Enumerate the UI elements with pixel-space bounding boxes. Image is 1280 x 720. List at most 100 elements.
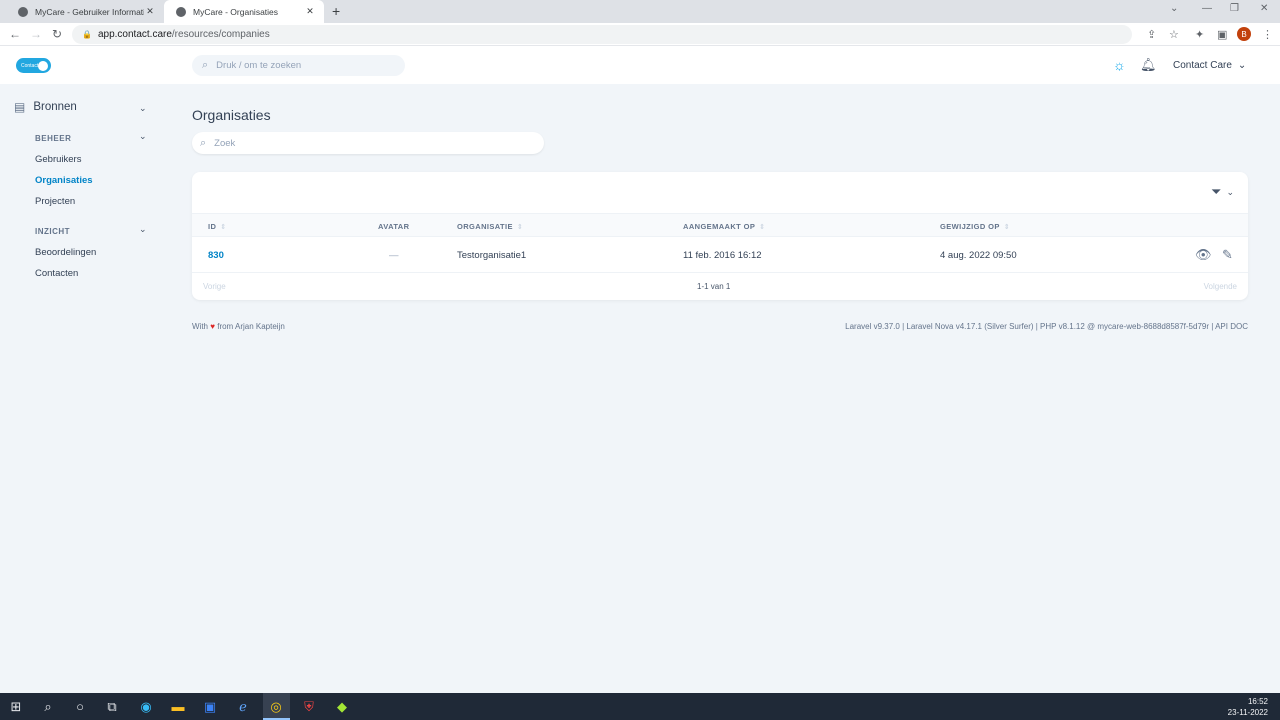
bookmark-star-icon[interactable]: ☆ xyxy=(1169,28,1179,41)
logo-text: Contact xyxy=(21,62,39,69)
cortana-icon[interactable]: ○ xyxy=(70,699,90,714)
close-icon[interactable]: ✕ xyxy=(144,6,156,17)
app-logo[interactable]: Contact xyxy=(16,58,51,73)
pagination-previous[interactable]: Vorige xyxy=(203,282,226,291)
browser-tab-gebruiker[interactable]: MyCare - Gebruiker Informatie: C ✕ xyxy=(6,0,164,23)
user-menu[interactable]: Contact Care ⌄ xyxy=(1173,60,1246,71)
chevron-down-icon: ⌄ xyxy=(1237,60,1247,71)
global-search-placeholder: Druk / om te zoeken xyxy=(216,60,302,71)
tab-title: MyCare - Organisaties xyxy=(193,6,279,17)
theme-toggle-sun-icon[interactable]: ☼ xyxy=(1113,57,1126,73)
profile-avatar[interactable]: B xyxy=(1237,27,1251,41)
chevron-down-icon[interactable]: ⌄ xyxy=(139,103,147,114)
filter-icon: ⏷ xyxy=(1211,184,1222,199)
browser-tab-bar: MyCare - Gebruiker Informatie: C ✕ MyCar… xyxy=(0,0,1280,23)
resource-search-placeholder: Zoek xyxy=(214,137,236,149)
new-tab-button[interactable]: + xyxy=(332,3,340,19)
browser-tab-organisaties[interactable]: MyCare - Organisaties ✕ xyxy=(164,0,324,23)
sidebar-item-organisaties[interactable]: Organisaties xyxy=(35,175,93,186)
pagination-status: 1-1 van 1 xyxy=(697,282,731,291)
footer-prefix: With xyxy=(192,322,208,331)
footer-suffix: from Arjan Kapteijn xyxy=(217,322,285,331)
sidebar-item-beoordelingen[interactable]: Beoordelingen xyxy=(35,247,96,258)
table-row[interactable]: 830 — Testorganisatie1 11 feb. 2016 16:1… xyxy=(192,237,1248,273)
sidebar-item-gebruikers[interactable]: Gebruikers xyxy=(35,154,81,165)
chrome-icon[interactable]: ◎ xyxy=(266,699,286,715)
user-name: Contact Care xyxy=(1173,60,1232,71)
extensions-icon[interactable]: ✦ xyxy=(1195,28,1204,41)
global-search-input[interactable]: ⌕ Druk / om te zoeken xyxy=(192,55,405,76)
logo-mark xyxy=(38,60,48,71)
system-clock[interactable]: 16:52 23-11-2022 xyxy=(1228,696,1268,718)
clock-date: 23-11-2022 xyxy=(1227,708,1268,717)
browser-menu-icon[interactable]: ⋮ xyxy=(1262,28,1273,41)
sidebar-group-beheer[interactable]: BEHEER xyxy=(35,134,71,143)
sidebar-item-contacten[interactable]: Contacten xyxy=(35,268,78,279)
column-avatar: AVATAR xyxy=(378,222,410,231)
url-path: /resources/companies xyxy=(171,29,270,40)
chevron-down-icon: ⌄ xyxy=(1226,186,1234,197)
side-panel-icon[interactable]: ▣ xyxy=(1217,28,1227,41)
sort-icon: ⇕ xyxy=(516,224,524,231)
os-taskbar: ⊞ ⌕ ○ ⧉ ◉ ▬ ▣ ℯ ◎ ⛨ ◆ 16:52 23-11-2022 xyxy=(0,693,1280,720)
share-icon[interactable]: ⇪ xyxy=(1147,28,1156,41)
pagination-next[interactable]: Volgende xyxy=(1204,282,1237,291)
url-host: app.contact.care xyxy=(97,29,172,40)
row-id-link[interactable]: 830 xyxy=(208,250,224,261)
row-aangemaakt-op: 11 feb. 2016 16:12 xyxy=(683,250,762,261)
sidebar-section-bronnen[interactable]: ▤ Bronnen xyxy=(14,100,77,114)
close-icon[interactable]: ✕ xyxy=(304,6,316,17)
lock-icon: 🔒 xyxy=(82,30,92,39)
page-title: Organisaties xyxy=(192,107,271,123)
notifications-bell-icon[interactable]: 🔔︎ xyxy=(1140,57,1157,73)
forward-icon[interactable]: → xyxy=(29,27,43,41)
outlook-icon[interactable]: ▣ xyxy=(200,699,220,715)
file-explorer-icon[interactable]: ▬ xyxy=(168,699,188,714)
resource-table-card: ⏷ ⌄ ID ⇕ AVATAR ORGANISATIE ⇕ AANGEMAAKT O… xyxy=(192,172,1248,300)
chevron-down-icon[interactable]: ⌄ xyxy=(139,131,147,142)
url-bar[interactable]: 🔒 app.contact.care/resources/companies xyxy=(72,25,1132,44)
sidebar-section-title: Bronnen xyxy=(33,101,77,113)
minimize-icon[interactable]: — xyxy=(1202,3,1212,14)
shield-app-icon[interactable]: ⛨ xyxy=(299,699,319,715)
database-icon: ▤ xyxy=(14,100,26,114)
column-organisatie[interactable]: ORGANISATIE ⇕ xyxy=(457,222,523,231)
footer-credit: With ♥ from Arjan Kapteijn xyxy=(192,322,285,331)
search-icon[interactable]: ⌕ xyxy=(38,699,58,715)
view-eye-icon[interactable]: 👁︎ xyxy=(1195,247,1212,263)
globe-icon xyxy=(18,6,28,17)
window-close-icon[interactable]: ✕ xyxy=(1260,3,1268,14)
browser-toolbar: ← → ↻ 🔒 app.contact.care/resources/compa… xyxy=(0,23,1280,46)
chevron-down-icon[interactable]: ⌄ xyxy=(139,224,147,235)
filter-button[interactable]: ⏷ ⌄ xyxy=(1211,184,1234,200)
edge-icon[interactable]: ◉ xyxy=(136,699,156,715)
sort-icon: ⇕ xyxy=(759,224,766,231)
sort-icon: ⇕ xyxy=(220,224,227,231)
sort-icon: ⇕ xyxy=(1003,224,1011,231)
back-icon[interactable]: ← xyxy=(8,27,22,41)
app-header: Contact ⌕ Druk / om te zoeken xyxy=(0,46,1280,84)
resource-search-input[interactable]: ⌕ Zoek xyxy=(192,132,544,154)
row-gewijzigd-op: 4 aug. 2022 09:50 xyxy=(940,250,1017,261)
globe-icon xyxy=(176,6,186,17)
footer-version-info: Laravel v9.37.0 | Laravel Nova v4.17.1 (… xyxy=(845,322,1248,331)
heart-icon: ♥ xyxy=(210,322,215,331)
column-aangemaakt-op[interactable]: AANGEMAAKT OP ⇕ xyxy=(683,222,766,231)
row-organisatie: Testorganisatie1 xyxy=(457,250,527,261)
table-header: ID ⇕ AVATAR ORGANISATIE ⇕ AANGEMAAKT OP ⇕ G… xyxy=(192,213,1248,237)
column-gewijzigd-op[interactable]: GEWIJZIGD OP ⇕ xyxy=(940,222,1010,231)
internet-explorer-icon[interactable]: ℯ xyxy=(233,699,253,715)
sidebar-item-projecten[interactable]: Projecten xyxy=(35,196,75,207)
tab-search-icon[interactable]: ⌄ xyxy=(1170,3,1178,14)
sidebar-group-inzicht[interactable]: INZICHT xyxy=(35,227,70,236)
column-id[interactable]: ID ⇕ xyxy=(208,222,227,231)
clock-time: 16:52 xyxy=(1247,697,1268,706)
restore-icon[interactable]: ❐ xyxy=(1230,3,1239,14)
task-view-icon[interactable]: ⧉ xyxy=(102,699,122,715)
terminal-app-icon[interactable]: ◆ xyxy=(332,699,352,715)
windows-start-icon[interactable]: ⊞ xyxy=(6,699,26,715)
reload-icon[interactable]: ↻ xyxy=(50,27,64,41)
tab-title: MyCare - Gebruiker Informatie: C xyxy=(35,6,144,17)
edit-icon[interactable]: ✎ xyxy=(1222,247,1233,263)
search-icon: ⌕ xyxy=(200,136,207,149)
